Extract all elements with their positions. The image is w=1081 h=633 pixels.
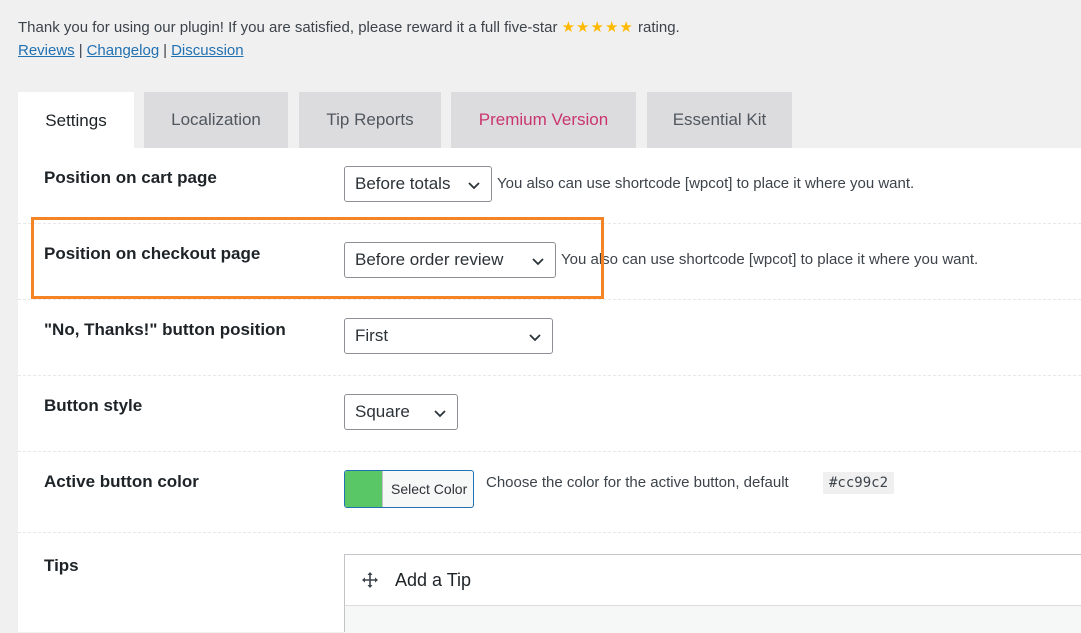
settings-panel: Position on cart page Before totals You … (18, 148, 1081, 633)
cart-position-select[interactable]: Before totals (344, 166, 492, 202)
notice-text: Thank you for using our plugin! If you a… (18, 19, 558, 36)
checkout-position-select[interactable]: Before order review (344, 242, 556, 278)
changelog-link[interactable]: Changelog (87, 42, 160, 59)
cart-position-label: Position on cart page (44, 168, 217, 187)
cart-position-value: Before totals (355, 174, 451, 193)
rating-notice: Thank you for using our plugin! If you a… (18, 17, 680, 38)
discussion-link[interactable]: Discussion (171, 42, 244, 59)
chevron-down-icon (434, 410, 446, 418)
chevron-down-icon (468, 182, 480, 190)
no-thanks-position-label: "No, Thanks!" button position (44, 320, 286, 339)
tips-body (345, 606, 1081, 633)
button-style-select[interactable]: Square (344, 394, 458, 430)
reviews-link[interactable]: Reviews (18, 42, 75, 59)
tips-label: Tips (44, 556, 79, 575)
row-no-thanks-position: "No, Thanks!" button position First (18, 300, 1081, 376)
tab-premium-version[interactable]: Premium Version (451, 92, 636, 148)
color-swatch (345, 471, 383, 507)
row-cart-position: Position on cart page Before totals You … (18, 148, 1081, 224)
notice-suffix: rating. (638, 19, 680, 36)
active-color-hint: Choose the color for the active button, … (486, 474, 789, 491)
add-tip-label: Add a Tip (395, 570, 472, 590)
move-icon (362, 572, 378, 588)
add-tip-header[interactable]: Add a Tip (345, 555, 1081, 606)
select-color-button[interactable]: Select Color (344, 470, 474, 508)
tab-settings[interactable]: Settings (18, 92, 134, 149)
checkout-position-label: Position on checkout page (44, 244, 261, 263)
link-separator: | (163, 42, 168, 59)
button-style-value: Square (355, 402, 410, 421)
select-color-label: Select Color (391, 481, 468, 497)
link-separator: | (78, 42, 83, 59)
checkout-position-hint: You also can use shortcode [wpcot] to pl… (561, 251, 979, 268)
tab-tip-reports[interactable]: Tip Reports (299, 92, 441, 148)
row-active-button-color: Active button color (18, 452, 1081, 533)
chevron-down-icon (532, 258, 544, 266)
active-color-label: Active button color (44, 472, 199, 491)
tips-box: Add a Tip (344, 554, 1081, 633)
tab-localization[interactable]: Localization (144, 92, 288, 148)
tab-essential-kit[interactable]: Essential Kit (647, 92, 792, 148)
button-style-label: Button style (44, 396, 143, 415)
checkout-position-value: Before order review (355, 250, 504, 269)
row-button-style: Button style Square (18, 376, 1081, 452)
cart-position-hint: You also can use shortcode [wpcot] to pl… (497, 175, 915, 192)
row-checkout-position: Position on checkout page Before order r… (18, 224, 1081, 300)
no-thanks-position-value: First (355, 326, 389, 345)
chevron-down-icon (529, 334, 541, 342)
default-color-code: #cc99c2 (823, 472, 895, 494)
five-star-icon: ★★★★★ (561, 19, 634, 36)
plugin-links: Reviews | Changelog | Discussion (18, 42, 244, 59)
no-thanks-position-select[interactable]: First (344, 318, 553, 354)
